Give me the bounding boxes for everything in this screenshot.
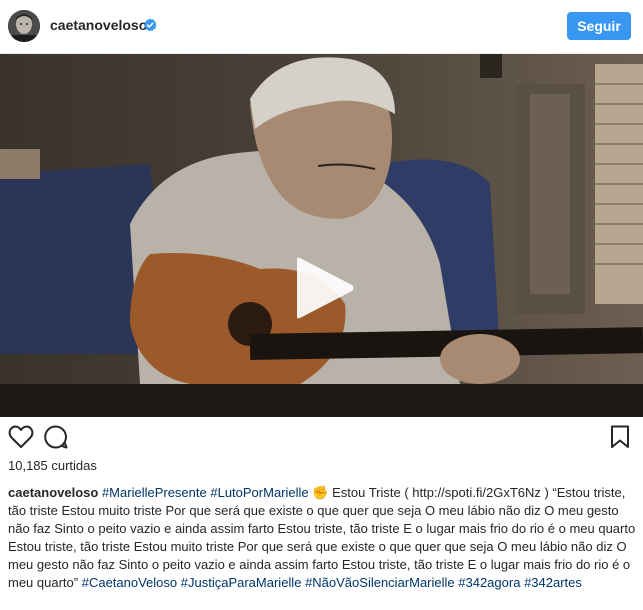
comment-icon[interactable] <box>44 425 68 454</box>
video-frame <box>0 54 643 417</box>
hashtag-link[interactable]: #NãoVãoSilenciarMarielle <box>305 575 455 590</box>
bookmark-icon[interactable] <box>610 425 630 454</box>
avatar[interactable] <box>8 10 40 42</box>
post-caption: caetanoveloso #MariellePresente #LutoPor… <box>8 484 636 592</box>
raised-fist-emoji: ✊ <box>312 485 329 500</box>
video-player[interactable] <box>0 54 643 417</box>
hashtag-link[interactable]: #342artes <box>524 575 582 590</box>
caption-username-link[interactable]: caetanoveloso <box>8 485 98 500</box>
action-bar <box>0 417 643 459</box>
verified-badge-icon <box>143 18 157 32</box>
hashtag-link[interactable]: #LutoPorMarielle <box>210 485 308 500</box>
heart-icon[interactable] <box>8 425 34 454</box>
post-header: caetanoveloso Seguir <box>0 0 643 54</box>
username-link[interactable]: caetanoveloso <box>50 17 147 33</box>
hashtag-link[interactable]: #CaetanoVeloso <box>82 575 177 590</box>
likes-count[interactable]: 10,185 curtidas <box>8 458 97 473</box>
hashtag-link[interactable]: #342agora <box>458 575 520 590</box>
follow-button[interactable]: Seguir <box>567 12 631 40</box>
hashtag-link[interactable]: #JustiçaParaMarielle <box>181 575 302 590</box>
play-icon[interactable] <box>293 257 355 319</box>
hashtag-link[interactable]: #MariellePresente <box>102 485 207 500</box>
